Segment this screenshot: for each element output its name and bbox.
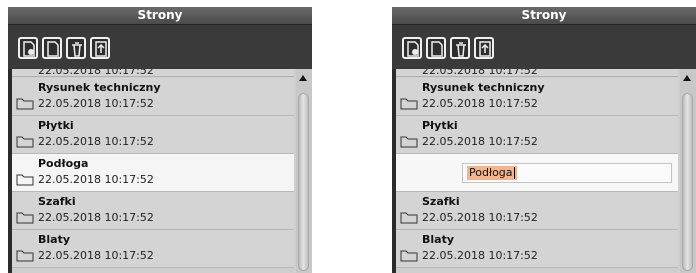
row-name: Podłoga bbox=[38, 157, 89, 170]
scrollbar[interactable] bbox=[680, 69, 696, 273]
upload-page-icon bbox=[95, 41, 107, 57]
upload-page-button[interactable] bbox=[474, 37, 494, 59]
row-name: Rysunek techniczny bbox=[422, 81, 545, 94]
list-item[interactable]: Rysunek techniczny 22.05.2018 10:17:52 bbox=[12, 78, 294, 116]
list-item[interactable]: Szafki 22.05.2018 10:17:52 bbox=[396, 192, 678, 230]
rename-input-selection: Podłoga bbox=[467, 166, 517, 180]
list-item-editing[interactable]: Podłoga bbox=[396, 154, 678, 192]
row-name: Płytki bbox=[422, 119, 458, 132]
list-item-selected[interactable]: Podłoga 22.05.2018 10:17:52 bbox=[12, 154, 294, 192]
row-name: Szafki bbox=[422, 195, 460, 208]
list-item[interactable]: Szafki 22.05.2018 10:17:52 bbox=[12, 192, 294, 230]
row-date: 22.05.2018 10:17:52 bbox=[38, 249, 154, 262]
list-item[interactable]: 22.05.2018 10:17:52 bbox=[396, 69, 678, 77]
delete-page-button[interactable] bbox=[66, 37, 86, 59]
page-icon bbox=[431, 41, 443, 57]
list-item[interactable]: Płytki 22.05.2018 10:17:52 bbox=[12, 116, 294, 154]
list-item[interactable]: Blaty 22.05.2018 10:17:52 bbox=[12, 230, 294, 268]
list-item[interactable]: Rysunek techniczny 22.05.2018 10:17:52 bbox=[396, 78, 678, 116]
pages-list[interactable]: 22.05.2018 10:17:52 Rysunek techniczny 2… bbox=[12, 69, 312, 273]
upload-page-icon bbox=[479, 41, 491, 57]
row-date: 22.05.2018 10:17:52 bbox=[422, 97, 538, 110]
scrollbar-thumb[interactable] bbox=[682, 93, 693, 271]
row-date: 22.05.2018 10:17:52 bbox=[38, 173, 154, 186]
folder-icon bbox=[16, 98, 34, 110]
row-name: Rysunek techniczny bbox=[38, 81, 161, 94]
delete-page-button[interactable] bbox=[450, 37, 470, 59]
text-caret bbox=[513, 167, 515, 179]
folder-icon bbox=[400, 212, 418, 224]
scroll-up-arrow-icon[interactable] bbox=[299, 75, 307, 81]
pages-list[interactable]: 22.05.2018 10:17:52 Rysunek techniczny 2… bbox=[396, 69, 696, 273]
row-date: 22.05.2018 10:17:52 bbox=[422, 69, 538, 77]
folder-icon bbox=[400, 250, 418, 262]
folder-icon bbox=[16, 212, 34, 224]
page-button[interactable] bbox=[42, 37, 62, 59]
row-name: Płytki bbox=[38, 119, 74, 132]
delete-page-icon bbox=[72, 42, 82, 57]
list-item[interactable]: Blaty 22.05.2018 10:17:52 bbox=[396, 230, 678, 268]
panel-title: Strony bbox=[392, 7, 696, 25]
scrollbar-thumb[interactable] bbox=[298, 93, 309, 271]
rename-input-value: Podłoga bbox=[469, 166, 513, 179]
row-date: 22.05.2018 10:17:52 bbox=[38, 211, 154, 224]
new-page-icon bbox=[23, 41, 35, 57]
pages-toolbar bbox=[392, 25, 696, 69]
row-date: 22.05.2018 10:17:52 bbox=[38, 97, 154, 110]
list-item[interactable]: 22.05.2018 10:17:52 bbox=[12, 69, 294, 77]
pages-panel-left: Strony 22.05.2018 10:17:52 Rysunek techn… bbox=[8, 7, 312, 273]
new-page-icon bbox=[407, 41, 419, 57]
upload-page-button[interactable] bbox=[90, 37, 110, 59]
list-item[interactable]: Płytki 22.05.2018 10:17:52 bbox=[396, 116, 678, 154]
new-page-button[interactable] bbox=[18, 37, 38, 59]
page-icon bbox=[47, 41, 59, 57]
scrollbar[interactable] bbox=[296, 69, 312, 273]
folder-icon bbox=[16, 136, 34, 148]
row-date: 22.05.2018 10:17:52 bbox=[422, 211, 538, 224]
delete-page-icon bbox=[456, 42, 466, 57]
pages-toolbar bbox=[8, 25, 312, 69]
folder-icon bbox=[400, 136, 418, 148]
row-date: 22.05.2018 10:17:52 bbox=[38, 135, 154, 148]
row-date: 22.05.2018 10:17:52 bbox=[422, 249, 538, 262]
rename-input[interactable]: Podłoga bbox=[462, 163, 672, 183]
row-date: 22.05.2018 10:17:52 bbox=[38, 69, 154, 77]
scroll-up-arrow-icon[interactable] bbox=[683, 75, 691, 81]
row-name: Szafki bbox=[38, 195, 76, 208]
row-name: Blaty bbox=[38, 233, 71, 246]
panel-title: Strony bbox=[8, 7, 312, 25]
folder-icon bbox=[16, 250, 34, 262]
folder-icon bbox=[16, 174, 34, 186]
folder-icon bbox=[400, 98, 418, 110]
row-date: 22.05.2018 10:17:52 bbox=[422, 135, 538, 148]
pages-panel-right: Strony 22.05.2018 10:17:52 Rysunek techn… bbox=[392, 7, 696, 273]
page-button[interactable] bbox=[426, 37, 446, 59]
new-page-button[interactable] bbox=[402, 37, 422, 59]
row-name: Blaty bbox=[422, 233, 455, 246]
